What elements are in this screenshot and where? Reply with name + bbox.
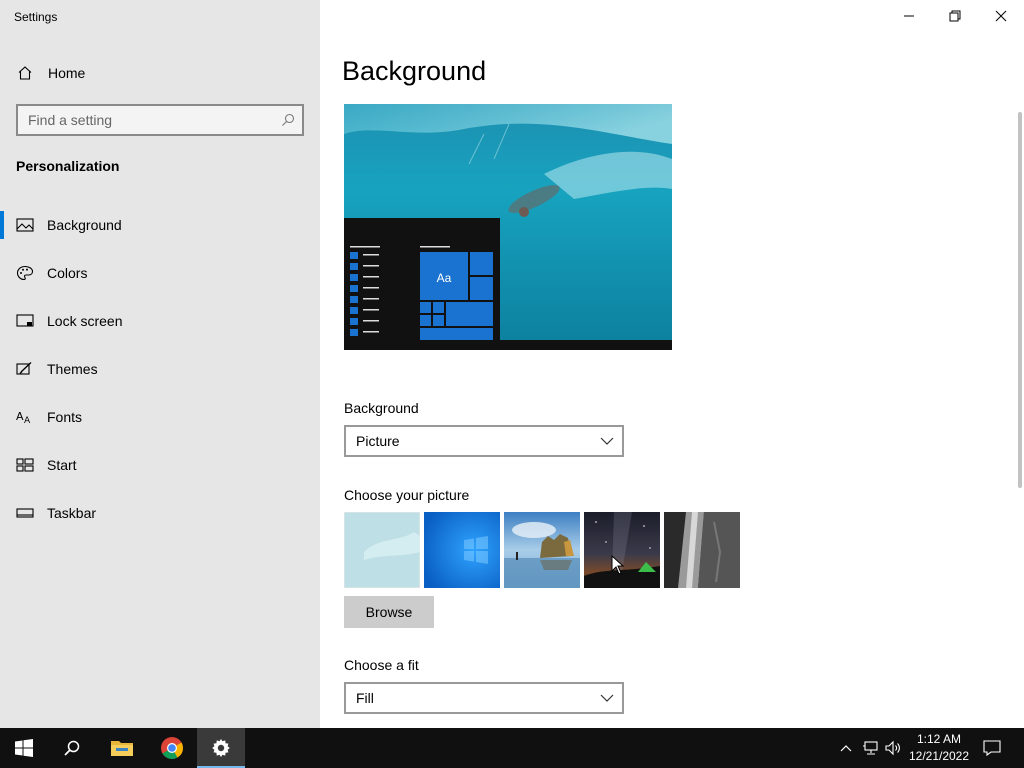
home-icon — [18, 66, 32, 80]
picture-thumbnail-night-sky-tent[interactable] — [584, 512, 660, 588]
sidebar-item-fonts[interactable]: AA Fonts — [0, 397, 320, 437]
sidebar-item-label: Fonts — [47, 409, 83, 425]
sidebar-item-label: Colors — [47, 265, 88, 281]
light-sky-thumbnail-image — [344, 512, 420, 588]
sidebar: Settings Home Personalization Background… — [0, 0, 320, 728]
chrome-icon — [161, 737, 183, 759]
sidebar-item-lock-screen[interactable]: Lock screen — [0, 301, 320, 341]
fit-value: Fill — [356, 690, 374, 706]
taskbar-icon — [16, 508, 34, 518]
clock-time: 1:12 AM — [916, 732, 962, 746]
home-nav-item[interactable]: Home — [0, 56, 320, 90]
sidebar-item-taskbar[interactable]: Taskbar — [0, 493, 320, 533]
sidebar-item-label: Lock screen — [47, 313, 123, 329]
clock-date: 12/21/2022 — [908, 749, 970, 763]
palette-icon — [16, 265, 34, 281]
taskbar: 1:12 AM 12/21/2022 — [0, 728, 1024, 768]
notification-icon — [983, 740, 1001, 756]
restore-button[interactable] — [932, 0, 978, 32]
search-icon[interactable] — [280, 112, 296, 128]
svg-text:A: A — [24, 416, 31, 425]
close-icon — [995, 10, 1007, 22]
app-title: Settings — [14, 10, 58, 24]
sidebar-item-themes[interactable]: Themes — [0, 349, 320, 389]
search-input[interactable] — [18, 106, 274, 134]
sidebar-item-start[interactable]: Start — [0, 445, 320, 485]
settings-gear-icon — [212, 739, 230, 757]
home-label: Home — [48, 65, 86, 81]
show-hidden-icons-button[interactable] — [836, 738, 856, 758]
fit-dropdown[interactable]: Fill — [344, 682, 624, 714]
minimize-icon — [904, 15, 914, 17]
browse-button[interactable]: Browse — [344, 596, 434, 628]
waterfall-thumbnail-image — [664, 512, 740, 588]
action-center-button[interactable] — [982, 738, 1002, 758]
fonts-icon: AA — [16, 410, 31, 425]
sidebar-item-colors[interactable]: Colors — [0, 253, 320, 293]
choose-fit-label: Choose a fit — [344, 657, 419, 673]
underwater-wallpaper-preview: Aa — [344, 104, 672, 350]
background-preview: Aa — [344, 104, 672, 350]
section-title: Personalization — [16, 158, 120, 174]
speaker-icon — [885, 740, 900, 756]
svg-text:A: A — [16, 410, 24, 423]
windows-logo-icon — [15, 739, 33, 757]
network-icon — [863, 741, 878, 755]
beach-rocks-thumbnail-image — [504, 512, 580, 588]
themes-icon — [16, 362, 32, 375]
page-title: Background — [342, 56, 487, 86]
scrollbar[interactable] — [1018, 112, 1022, 488]
background-type-label: Background — [344, 400, 419, 416]
minimize-button[interactable] — [886, 0, 932, 32]
preview-tile-text: Aa — [437, 271, 452, 285]
night-sky-thumbnail-image — [584, 512, 660, 588]
close-button[interactable] — [978, 0, 1024, 32]
picture-thumbnail-light-sky[interactable] — [344, 512, 420, 588]
chevron-up-icon — [840, 745, 852, 752]
sidebar-item-label: Start — [47, 457, 77, 473]
search-box[interactable] — [16, 104, 304, 136]
sidebar-item-label: Taskbar — [47, 505, 97, 521]
background-type-value: Picture — [356, 433, 400, 449]
network-tray-button[interactable] — [861, 738, 881, 758]
restore-icon — [949, 10, 961, 22]
windows-blue-thumbnail-image — [424, 512, 500, 588]
choose-picture-label: Choose your picture — [344, 487, 470, 503]
taskbar-clock[interactable]: 1:12 AM 12/21/2022 — [904, 731, 974, 765]
sidebar-item-label: Background — [47, 217, 122, 233]
picture-icon — [16, 218, 34, 232]
sidebar-item-background[interactable]: Background — [0, 205, 320, 245]
picture-thumbnail-waterfall[interactable] — [664, 512, 740, 588]
picture-thumbnail-windows-blue[interactable] — [424, 512, 500, 588]
taskbar-search-button[interactable] — [48, 728, 96, 768]
background-type-dropdown[interactable]: Picture — [344, 425, 624, 457]
picture-thumbnail-beach-rocks[interactable] — [504, 512, 580, 588]
start-button[interactable] — [0, 728, 48, 768]
chevron-down-icon — [600, 437, 614, 445]
taskbar-settings-button[interactable] — [197, 728, 245, 768]
lock-screen-icon — [16, 314, 34, 327]
chevron-down-icon — [600, 694, 614, 702]
volume-tray-button[interactable] — [883, 738, 903, 758]
search-icon — [64, 740, 80, 756]
file-explorer-icon — [111, 741, 133, 756]
taskbar-chrome-button[interactable] — [148, 728, 196, 768]
sidebar-item-label: Themes — [47, 361, 98, 377]
start-layout-icon — [16, 458, 34, 472]
taskbar-file-explorer-button[interactable] — [98, 728, 146, 768]
